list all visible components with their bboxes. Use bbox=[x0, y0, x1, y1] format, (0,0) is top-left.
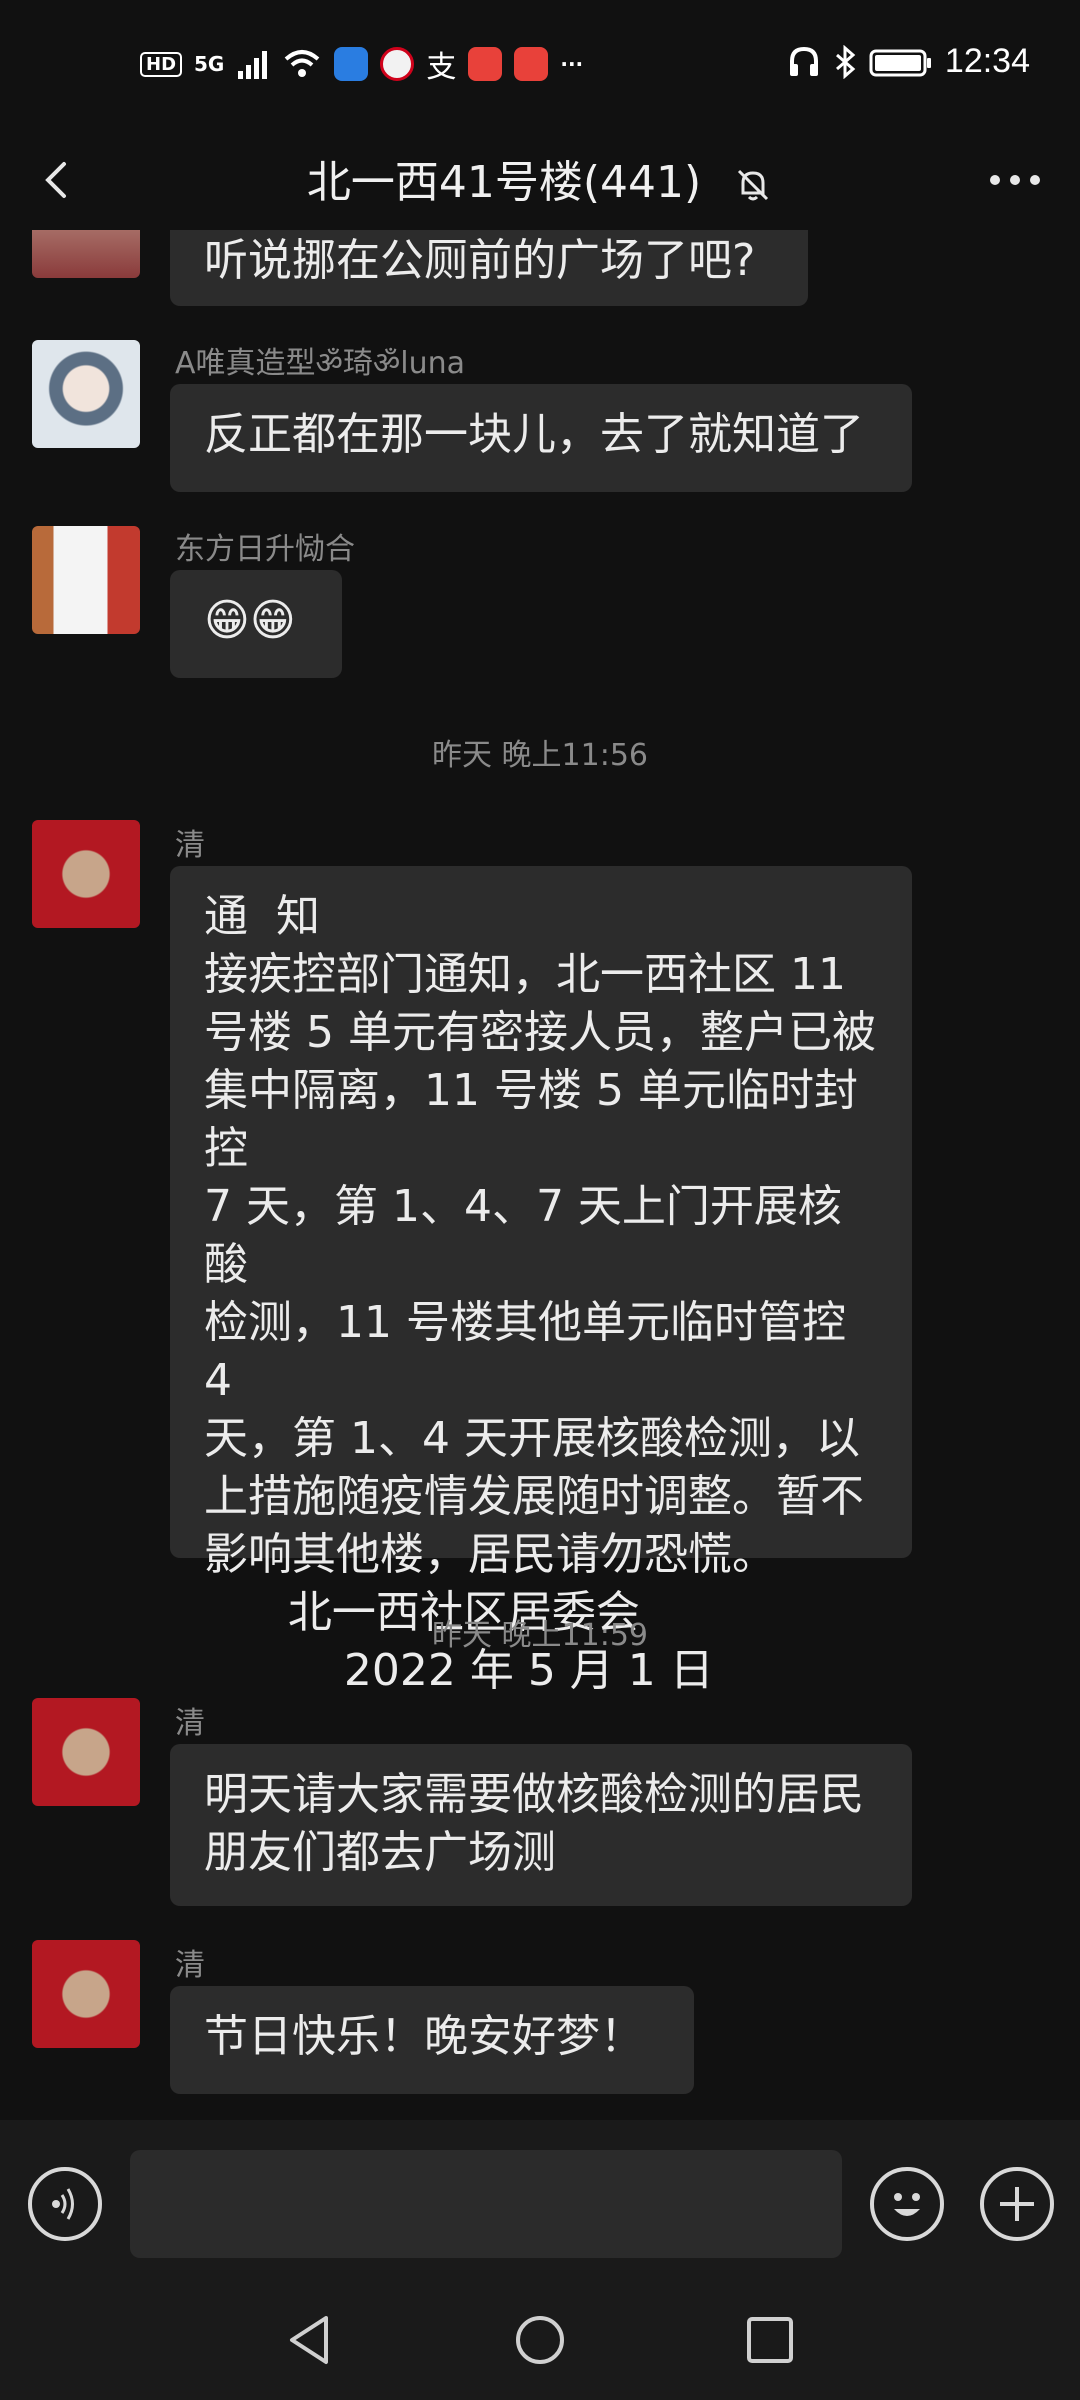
message-bubble[interactable]: 反正都在那一块儿，去了就知道了 bbox=[170, 384, 912, 492]
chat-header: 北一西41号楼(441) bbox=[0, 130, 1080, 230]
message-bubble[interactable]: 通 知 接疾控部门通知，北一西社区 11 号楼 5 单元有密接人员，整户已被 集… bbox=[170, 866, 912, 1696]
avatar[interactable] bbox=[32, 1698, 140, 1806]
sender-name: A唯真造型ॐ琦ॐluna bbox=[175, 346, 465, 381]
status-bar: HD 5G 支 ··· 12:34 bbox=[0, 0, 1080, 130]
message-list[interactable]: 听说挪在公厕前的广场了吧? A唯真造型ॐ琦ॐluna 反正都在那一块儿，去了就知… bbox=[0, 230, 1080, 2120]
network-type: 5G bbox=[194, 52, 225, 76]
avatar[interactable] bbox=[32, 526, 140, 634]
status-right: 12:34 bbox=[787, 42, 1030, 81]
system-nav-bar bbox=[0, 2290, 1080, 2400]
timestamp: 昨天 晚上11:56 bbox=[432, 738, 648, 773]
message-input[interactable] bbox=[130, 2150, 842, 2258]
sender-name: 清 bbox=[175, 828, 205, 863]
nav-recents-icon[interactable] bbox=[740, 2310, 800, 2370]
nav-home-icon[interactable] bbox=[510, 2310, 570, 2370]
message-bubble[interactable]: 😁😁 bbox=[170, 570, 342, 678]
metro-app-icon bbox=[380, 47, 415, 81]
message-bubble[interactable]: 节日快乐！晚安好梦！ bbox=[170, 1986, 694, 2094]
timestamp: 昨天 晚上11:59 bbox=[432, 1618, 648, 1653]
avatar[interactable] bbox=[32, 1940, 140, 2048]
nav-back-icon[interactable] bbox=[280, 2310, 340, 2370]
avatar[interactable] bbox=[32, 230, 140, 278]
voice-icon[interactable] bbox=[28, 2167, 102, 2241]
more-notifications: ··· bbox=[560, 52, 584, 76]
input-bar bbox=[0, 2120, 1080, 2290]
battery-icon bbox=[869, 49, 931, 76]
plus-icon[interactable] bbox=[980, 2167, 1054, 2241]
transit-app-icon bbox=[334, 47, 369, 81]
more-dots-icon[interactable] bbox=[980, 150, 1050, 210]
sender-name: 清 bbox=[175, 1948, 205, 1983]
sender-name: 东方日升恸合 bbox=[175, 532, 355, 567]
message-bubble[interactable]: 明天请大家需要做核酸检测的居民 朋友们都去广场测 bbox=[170, 1744, 912, 1906]
hd-indicator: HD bbox=[140, 51, 183, 77]
alipay-icon: 支 bbox=[426, 50, 457, 85]
reader-app-icon bbox=[468, 47, 503, 81]
sender-name: 清 bbox=[175, 1706, 205, 1741]
status-left: HD 5G 支 ··· bbox=[140, 42, 583, 86]
bluetooth-icon bbox=[835, 44, 856, 79]
huawei-app-icon bbox=[514, 47, 549, 81]
emoji-icon[interactable] bbox=[870, 2167, 944, 2241]
mute-bell-icon bbox=[738, 169, 769, 201]
chat-title-row[interactable]: 北一西41号楼(441) bbox=[0, 146, 1080, 210]
message-bubble[interactable]: 听说挪在公厕前的广场了吧? bbox=[170, 230, 808, 306]
wifi-icon bbox=[285, 50, 320, 77]
avatar[interactable] bbox=[32, 340, 140, 448]
avatar[interactable] bbox=[32, 820, 140, 928]
clock: 12:34 bbox=[944, 42, 1030, 80]
signal-icon bbox=[238, 51, 268, 79]
headphones-icon bbox=[789, 46, 818, 76]
chat-title: 北一西41号楼(441) bbox=[306, 157, 702, 208]
